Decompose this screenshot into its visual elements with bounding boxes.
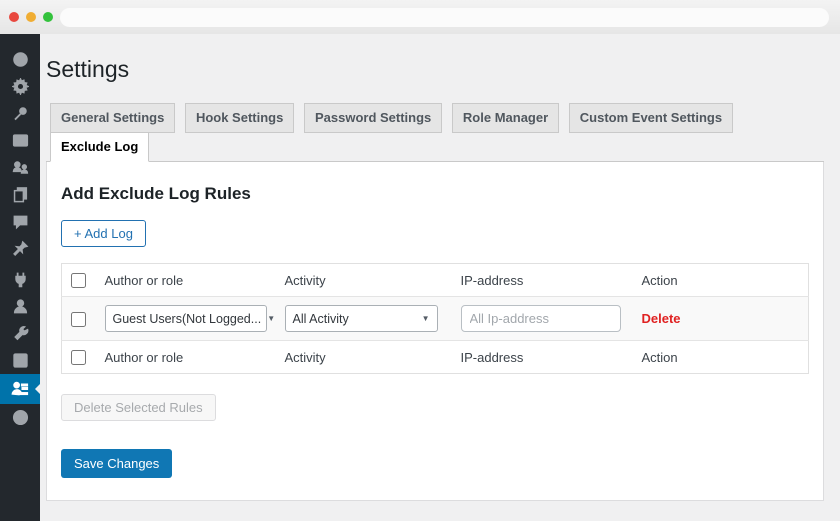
- column-header-author: Author or role: [105, 264, 285, 297]
- gear-icon: [12, 78, 29, 95]
- sidebar-item-collapse[interactable]: [0, 404, 40, 431]
- main-content: Settings General Settings Hook Settings …: [40, 34, 840, 521]
- panel-heading: Add Exclude Log Rules: [61, 184, 809, 204]
- sidebar-item-profiles[interactable]: [0, 154, 40, 181]
- sidebar-item-posts[interactable]: [0, 100, 40, 127]
- delete-selected-rules-button[interactable]: Delete Selected Rules: [61, 394, 216, 421]
- sidebar-item-comments[interactable]: [0, 208, 40, 235]
- save-changes-button[interactable]: Save Changes: [61, 449, 172, 478]
- table-header-row: Author or role Activity IP-address Actio…: [62, 264, 809, 297]
- footer-header-author: Author or role: [105, 341, 285, 374]
- activity-log-icon: [11, 380, 29, 398]
- plugin-icon: [12, 271, 29, 288]
- tab-custom-event-settings[interactable]: Custom Event Settings: [569, 103, 733, 133]
- ip-address-input[interactable]: [461, 305, 621, 332]
- exclude-rule-row: Guest Users(Not Logged... ▼ All Activity…: [62, 297, 809, 341]
- tab-password-settings[interactable]: Password Settings: [304, 103, 442, 133]
- page-title: Settings: [46, 56, 824, 83]
- column-header-activity: Activity: [285, 264, 461, 297]
- column-header-ip: IP-address: [461, 264, 642, 297]
- tab-exclude-log[interactable]: Exclude Log: [50, 132, 149, 162]
- close-window-icon[interactable]: [9, 12, 19, 22]
- footer-header-activity: Activity: [285, 341, 461, 374]
- maximize-window-icon[interactable]: [43, 12, 53, 22]
- delete-rule-link[interactable]: Delete: [642, 311, 681, 326]
- pin-icon: [12, 105, 29, 122]
- sidebar-item-settings-gear[interactable]: [0, 73, 40, 100]
- sidebar-item-dashboard[interactable]: [0, 46, 40, 73]
- chevron-down-icon: ▼: [267, 314, 275, 323]
- minimize-window-icon[interactable]: [26, 12, 36, 22]
- user-icon: [12, 298, 29, 315]
- settings-panel-icon: [12, 352, 29, 369]
- pages-icon: [12, 186, 29, 203]
- column-header-action: Action: [642, 264, 809, 297]
- window-controls: [9, 12, 53, 22]
- footer-header-ip: IP-address: [461, 341, 642, 374]
- tab-general-settings[interactable]: General Settings: [50, 103, 175, 133]
- add-log-button[interactable]: + Add Log: [61, 220, 146, 247]
- pin-slanted-icon: [12, 240, 29, 257]
- browser-chrome: [0, 0, 840, 34]
- sidebar-item-users[interactable]: [0, 293, 40, 320]
- select-all-checkbox[interactable]: [71, 273, 86, 288]
- table-footer-row: Author or role Activity IP-address Actio…: [62, 341, 809, 374]
- admin-sidebar: [0, 34, 40, 521]
- profiles-icon: [12, 159, 29, 176]
- sidebar-item-tools[interactable]: [0, 320, 40, 347]
- activity-select-value: All Activity: [293, 312, 349, 326]
- sidebar-item-pinned[interactable]: [0, 235, 40, 262]
- author-role-select[interactable]: Guest Users(Not Logged... ▼: [105, 305, 267, 332]
- tab-role-manager[interactable]: Role Manager: [452, 103, 559, 133]
- select-all-checkbox-bottom[interactable]: [71, 350, 86, 365]
- footer-header-action: Action: [642, 341, 809, 374]
- sidebar-item-pages[interactable]: [0, 181, 40, 208]
- tab-hook-settings[interactable]: Hook Settings: [185, 103, 294, 133]
- sidebar-item-activity-log[interactable]: [0, 374, 40, 404]
- play-circle-icon: [12, 409, 29, 426]
- wrench-icon: [12, 325, 29, 342]
- dashboard-icon: [12, 51, 29, 68]
- exclude-log-panel: Add Exclude Log Rules + Add Log Author o…: [46, 162, 824, 501]
- exclude-rules-table: Author or role Activity IP-address Actio…: [61, 263, 809, 374]
- sidebar-item-plugins[interactable]: [0, 266, 40, 293]
- sidebar-item-settings-panel[interactable]: [0, 347, 40, 374]
- row-checkbox[interactable]: [71, 312, 86, 327]
- address-bar[interactable]: [60, 8, 829, 27]
- comment-icon: [12, 213, 29, 230]
- activity-select[interactable]: All Activity ▼: [285, 305, 438, 332]
- chevron-down-icon: ▼: [422, 314, 430, 323]
- sidebar-item-media[interactable]: [0, 127, 40, 154]
- media-icon: [12, 132, 29, 149]
- author-role-select-value: Guest Users(Not Logged...: [113, 312, 262, 326]
- settings-tab-bar: General Settings Hook Settings Password …: [46, 103, 824, 162]
